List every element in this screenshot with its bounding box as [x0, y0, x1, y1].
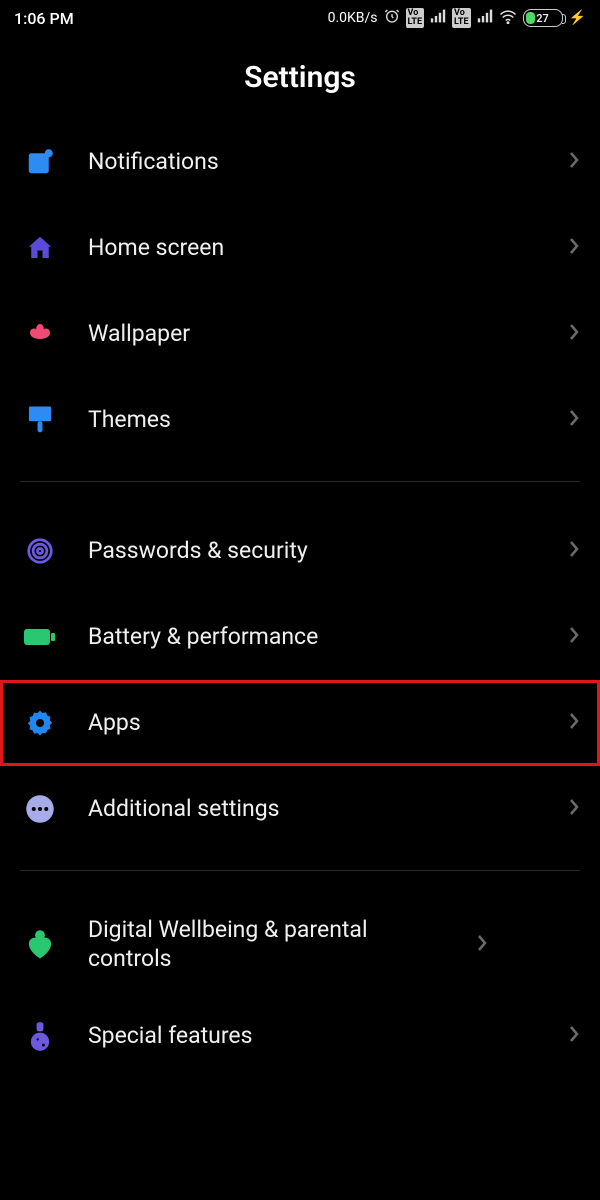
row-label: Themes: [88, 406, 540, 435]
brush-icon: [20, 400, 60, 440]
row-wellbeing[interactable]: Digital Wellbeing & parental controls: [20, 897, 580, 993]
chevron-right-icon: [568, 711, 580, 735]
row-additional[interactable]: Additional settings: [20, 766, 580, 852]
row-themes[interactable]: Themes: [20, 377, 580, 463]
row-homescreen[interactable]: Home screen: [20, 205, 580, 291]
status-right: 0.0KB/s VoLTE VoLTE 27 ⚡: [328, 8, 586, 28]
row-label: Notifications: [88, 148, 540, 177]
signal-icon-2: [477, 8, 493, 28]
divider: [20, 481, 580, 482]
alarm-icon: [384, 8, 400, 28]
row-label: Additional settings: [88, 795, 540, 824]
battery-icon: [20, 617, 60, 657]
battery-indicator: 27: [523, 9, 563, 27]
chevron-right-icon: [568, 322, 580, 346]
row-security[interactable]: Passwords & security: [20, 508, 580, 594]
notifications-icon: [20, 142, 60, 182]
flower-icon: [20, 314, 60, 354]
row-notifications[interactable]: Notifications: [20, 119, 580, 205]
chevron-right-icon: [568, 408, 580, 432]
status-bar: 1:06 PM 0.0KB/s VoLTE VoLTE 27 ⚡: [0, 0, 600, 34]
signal-icon-1: [430, 8, 446, 28]
row-wallpaper[interactable]: Wallpaper: [20, 291, 580, 377]
page-title: Settings: [0, 60, 600, 95]
fingerprint-icon: [20, 531, 60, 571]
heart-icon: [20, 925, 60, 965]
home-icon: [20, 228, 60, 268]
flask-icon: [20, 1016, 60, 1056]
chevron-right-icon: [568, 150, 580, 174]
divider: [20, 870, 580, 871]
chevron-right-icon: [568, 539, 580, 563]
chevron-right-icon: [568, 625, 580, 649]
chevron-right-icon: [568, 1024, 580, 1048]
status-net-speed: 0.0KB/s: [328, 10, 378, 26]
status-time: 1:06 PM: [14, 9, 74, 28]
row-battery[interactable]: Battery & performance: [20, 594, 580, 680]
row-label: Special features: [88, 1022, 540, 1051]
row-label: Apps: [88, 709, 540, 738]
volte-badge-1: VoLTE: [406, 8, 425, 28]
row-label: Wallpaper: [88, 320, 540, 349]
dots-icon: [20, 789, 60, 829]
settings-list: Notifications Home screen Wallpaper Them…: [0, 119, 600, 1079]
charging-icon: ⚡: [569, 10, 586, 26]
chevron-right-icon: [476, 933, 488, 957]
gear-icon: [20, 703, 60, 743]
row-label: Battery & performance: [88, 623, 540, 652]
volte-badge-2: VoLTE: [452, 8, 471, 28]
chevron-right-icon: [568, 797, 580, 821]
battery-percent: 27: [524, 12, 562, 25]
row-apps[interactable]: Apps: [0, 680, 600, 766]
chevron-right-icon: [568, 236, 580, 260]
row-label: Digital Wellbeing & parental controls: [88, 916, 448, 974]
row-label: Home screen: [88, 234, 540, 263]
row-special[interactable]: Special features: [20, 993, 580, 1079]
wifi-icon: [499, 8, 517, 28]
row-label: Passwords & security: [88, 537, 540, 566]
